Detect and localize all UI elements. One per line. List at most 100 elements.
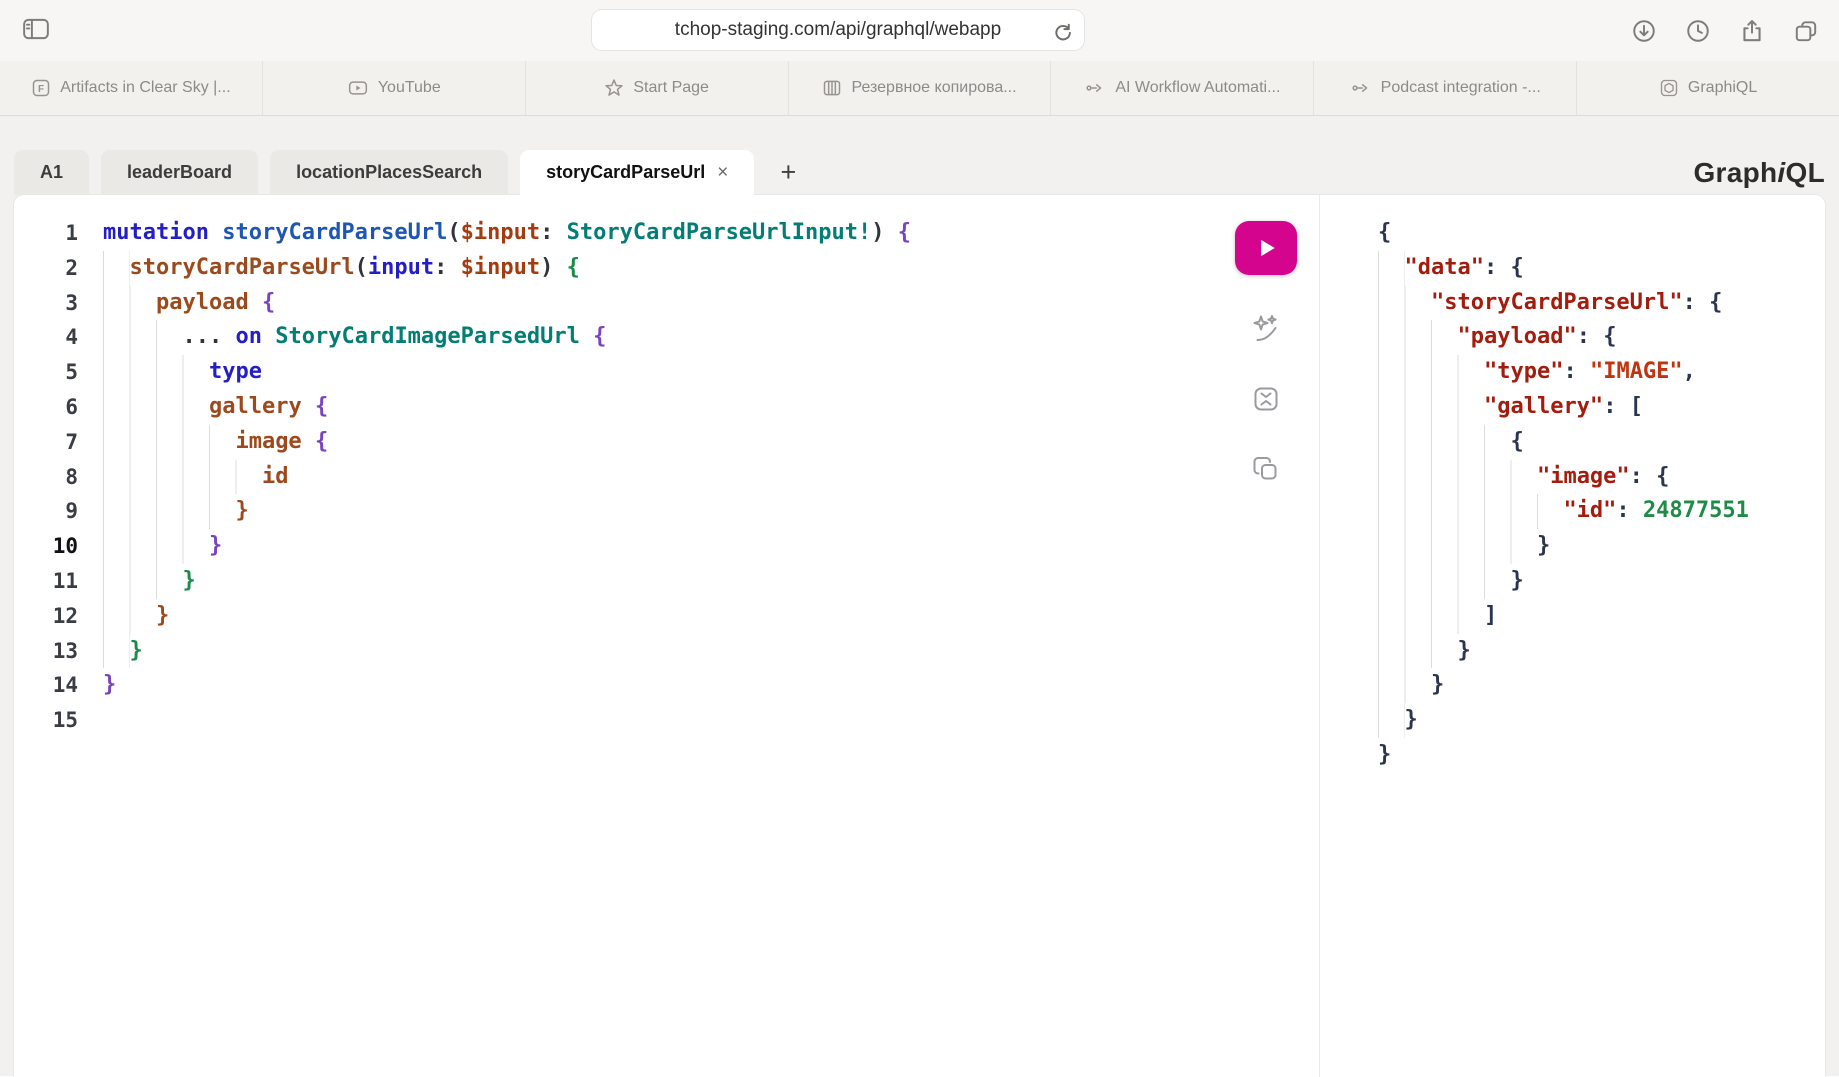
bookmark-backup[interactable]: Резервное копирова... <box>788 61 1051 115</box>
code-line: ... on StoryCardImageParsedUrl { <box>103 320 1319 355</box>
bookmark-label: Artifacts in Clear Sky |... <box>60 79 230 97</box>
query-editor[interactable]: mutation storyCardParseUrl($input: Story… <box>78 216 1319 1077</box>
indent-guides <box>1378 703 1405 738</box>
code-token: } <box>1537 533 1550 558</box>
code-token: image <box>235 429 301 454</box>
url-text: tchop-staging.com/api/graphql/webapp <box>675 19 1001 41</box>
code-line: "type": "IMAGE", <box>1378 355 1825 390</box>
tab-label: storyCardParseUrl <box>546 162 705 183</box>
code-token <box>580 324 593 349</box>
code-line: type <box>103 355 1319 390</box>
code-token: { <box>315 429 328 454</box>
code-token: } <box>103 672 116 697</box>
code-line: "image": { <box>1378 460 1825 495</box>
bookmark-label: YouTube <box>378 79 441 97</box>
code-token: { <box>315 394 328 419</box>
code-line: "storyCardParseUrl": { <box>1378 286 1825 321</box>
prettify-sparkle-icon <box>1250 313 1282 345</box>
close-tab-icon[interactable]: × <box>717 163 728 182</box>
svg-text:F: F <box>38 84 44 95</box>
add-tab-button[interactable]: + <box>766 150 810 195</box>
url-bar[interactable]: tchop-staging.com/api/graphql/webapp <box>592 10 1084 50</box>
indent-guides <box>103 460 262 495</box>
code-token <box>1590 324 1603 349</box>
sidebar-toggle-button[interactable] <box>22 16 50 45</box>
code-token <box>209 220 222 245</box>
code-token <box>553 255 566 280</box>
stripes-icon <box>822 78 842 98</box>
code-token: $input <box>461 255 540 280</box>
code-token: } <box>1431 672 1444 697</box>
code-line: "payload": { <box>1378 320 1825 355</box>
bookmark-label: AI Workflow Automati... <box>1115 79 1280 97</box>
copy-query-button[interactable] <box>1250 453 1282 485</box>
safari-window: tchop-staging.com/api/graphql/webapp <box>0 0 1839 1076</box>
code-token: StoryCardParseUrlInput! <box>567 220 872 245</box>
code-token: } <box>1405 707 1418 732</box>
bookmark-podcast-integration[interactable]: Podcast integration -... <box>1313 61 1576 115</box>
bookmark-start-page[interactable]: Start Page <box>525 61 788 115</box>
code-token: on <box>235 324 262 349</box>
indent-guides <box>1378 355 1484 390</box>
indent-guides <box>103 599 156 634</box>
merge-fragments-button[interactable] <box>1250 383 1282 415</box>
tab-leaderboard[interactable]: leaderBoard <box>101 150 258 195</box>
code-token: ( <box>447 220 460 245</box>
bookmark-youtube[interactable]: YouTube <box>262 61 525 115</box>
code-token: storyCardParseUrl <box>222 220 447 245</box>
tab-story-card-parse-url[interactable]: storyCardParseUrl × <box>520 150 754 195</box>
indent-guides <box>1378 320 1457 355</box>
code-token: } <box>235 498 248 523</box>
execute-query-button[interactable] <box>1235 221 1297 275</box>
share-button[interactable] <box>1739 18 1765 44</box>
bookmark-graphiql[interactable]: GraphiQL <box>1576 61 1839 115</box>
code-token: { <box>1378 220 1391 245</box>
code-token: : <box>1630 464 1643 489</box>
tab-overview-button[interactable] <box>1793 18 1819 44</box>
indent-guides <box>1378 634 1457 669</box>
code-token: input <box>368 255 434 280</box>
code-line: ] <box>1378 599 1825 634</box>
chrome-action-icons <box>1631 0 1819 61</box>
prettify-button[interactable] <box>1250 313 1282 345</box>
code-token <box>447 255 460 280</box>
tab-a1[interactable]: A1 <box>14 150 89 195</box>
line-number: 6 <box>14 390 78 425</box>
code-token: "type" <box>1484 359 1563 384</box>
code-token: "gallery" <box>1484 394 1603 419</box>
code-token: : <box>1603 394 1616 419</box>
code-token: "IMAGE" <box>1590 359 1683 384</box>
line-number: 15 <box>14 703 78 738</box>
reload-button[interactable] <box>1050 18 1074 45</box>
history-button[interactable] <box>1685 18 1711 44</box>
code-token <box>222 324 235 349</box>
code-line: } <box>1378 529 1825 564</box>
code-token: payload <box>156 290 249 315</box>
merge-icon <box>1250 383 1282 415</box>
code-token: } <box>130 638 143 663</box>
star-icon <box>604 78 624 98</box>
code-token: } <box>1457 638 1470 663</box>
code-line: } <box>1378 703 1825 738</box>
code-line: } <box>103 634 1319 669</box>
code-token: ) <box>540 255 553 280</box>
indent-guides <box>103 529 209 564</box>
indent-guides <box>103 355 209 390</box>
code-token: { <box>262 290 275 315</box>
code-line: } <box>1378 634 1825 669</box>
graphiql-tab-bar: A1 leaderBoard locationPlacesSearch stor… <box>14 150 1825 195</box>
bookmarks-bar: F Artifacts in Clear Sky |... YouTube St… <box>0 61 1839 116</box>
code-token: { <box>1510 429 1523 454</box>
code-token: id <box>262 464 289 489</box>
bookmark-artifacts[interactable]: F Artifacts in Clear Sky |... <box>0 61 262 115</box>
downloads-button[interactable] <box>1631 18 1657 44</box>
code-token: } <box>1510 568 1523 593</box>
graphiql-logo: GraphiQL <box>1693 157 1825 189</box>
bookmark-ai-workflow[interactable]: AI Workflow Automati... <box>1050 61 1313 115</box>
line-number: 5 <box>14 355 78 390</box>
tab-location-places-search[interactable]: locationPlacesSearch <box>270 150 508 195</box>
browser-chrome: tchop-staging.com/api/graphql/webapp <box>0 0 1839 61</box>
code-line: "id": 24877551 <box>1378 494 1825 529</box>
code-line: } <box>1378 668 1825 703</box>
code-token: "id" <box>1563 498 1616 523</box>
